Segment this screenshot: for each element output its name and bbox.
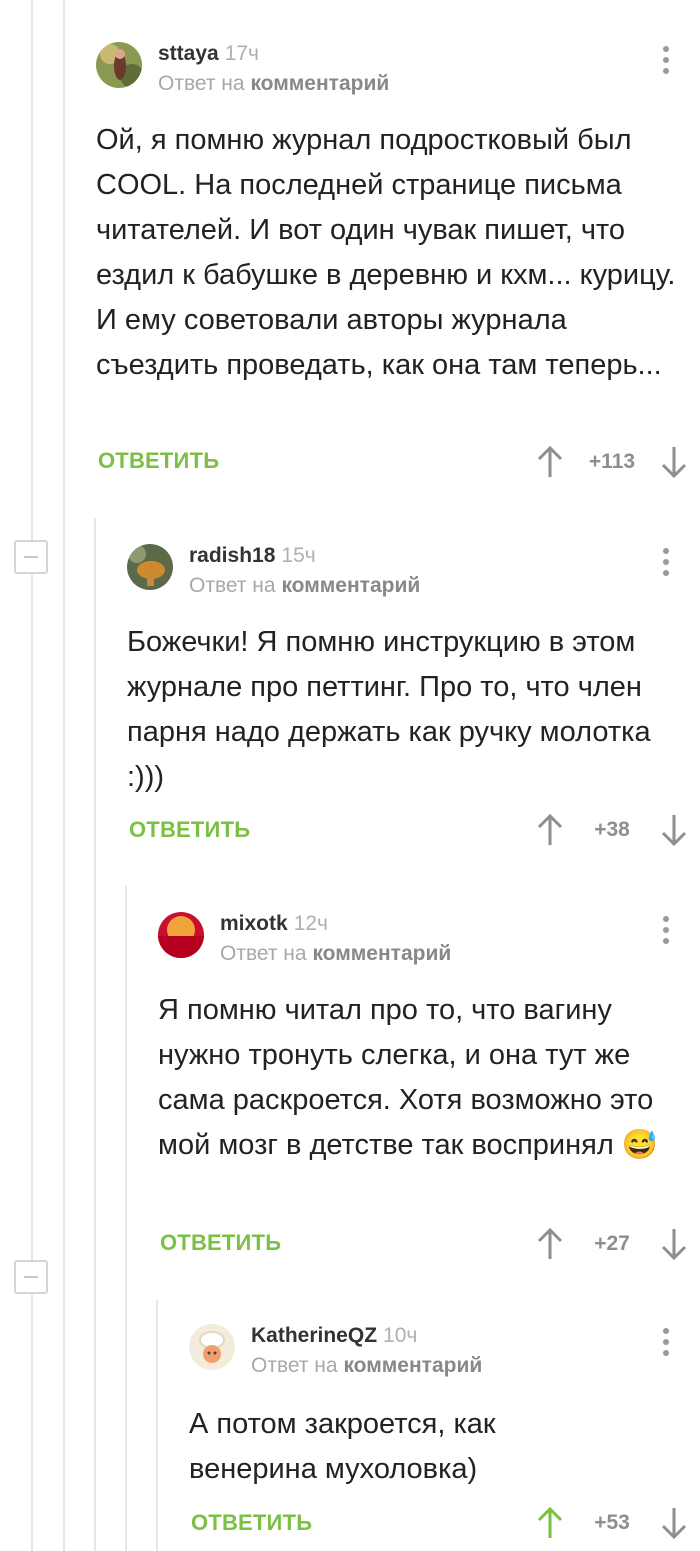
downvote-arrow-icon[interactable]	[656, 812, 692, 848]
reply-to-link[interactable]: комментарий	[250, 72, 389, 95]
downvote-arrow-icon[interactable]	[656, 1226, 692, 1262]
vote-controls: +113	[532, 444, 692, 480]
comment-time: 15ч	[281, 544, 316, 567]
comment-text: Ой, я помню журнал подростковый был COOL…	[96, 124, 676, 381]
score: +53	[594, 1511, 630, 1534]
collapse-thread-button[interactable]	[14, 1260, 48, 1294]
vote-controls: +53	[532, 1505, 692, 1541]
collapse-thread-button[interactable]	[14, 540, 48, 574]
reply-to-info: Ответ на комментарий	[158, 72, 390, 95]
reply-to-link[interactable]: комментарий	[312, 942, 451, 965]
thread-line	[31, 0, 33, 1551]
upvote-arrow-icon[interactable]	[532, 1505, 568, 1541]
reply-to-link[interactable]: комментарий	[343, 1354, 482, 1377]
reply-button[interactable]: ОТВЕТИТЬ	[98, 448, 219, 474]
comment: sttaya 17ч Ответ на комментарий Ой, я пом…	[96, 42, 700, 482]
score: +27	[594, 1232, 630, 1255]
username[interactable]: sttaya 17ч	[158, 42, 259, 66]
comment: radish18 15ч Ответ на комментарий Божечки…	[127, 544, 700, 854]
thread-line	[63, 0, 65, 1551]
reply-to-info: Ответ на комментарий	[220, 942, 452, 965]
username[interactable]: mixotk 12ч	[220, 912, 328, 936]
more-icon[interactable]	[660, 916, 672, 948]
grinning-sweat-emoji-icon: 😅	[621, 1129, 658, 1161]
reply-button[interactable]: ОТВЕТИТЬ	[191, 1510, 312, 1536]
username[interactable]: KatherineQZ 10ч	[251, 1324, 417, 1348]
reply-to-info: Ответ на комментарий	[251, 1354, 483, 1377]
downvote-arrow-icon[interactable]	[656, 444, 692, 480]
upvote-arrow-icon[interactable]	[532, 444, 568, 480]
score: +113	[588, 450, 636, 473]
score: +38	[594, 818, 630, 841]
more-icon[interactable]	[660, 46, 672, 78]
reply-button[interactable]: ОТВЕТИТЬ	[129, 817, 250, 843]
downvote-arrow-icon[interactable]	[656, 1505, 692, 1541]
avatar[interactable]	[158, 912, 204, 958]
vote-controls: +27	[532, 1226, 692, 1262]
comment: KatherineQZ 10ч Ответ на комментарий А по…	[189, 1324, 700, 1548]
avatar[interactable]	[96, 42, 142, 88]
upvote-arrow-icon[interactable]	[532, 1226, 568, 1262]
thread-line	[156, 1300, 158, 1551]
comment-time: 12ч	[293, 912, 328, 935]
reply-to-info: Ответ на комментарий	[189, 574, 421, 597]
thread-line	[94, 518, 96, 1551]
reply-to-link[interactable]: комментарий	[281, 574, 420, 597]
comment-time: 17ч	[224, 42, 260, 65]
more-icon[interactable]	[660, 1328, 672, 1360]
username[interactable]: radish18 15ч	[189, 544, 316, 568]
comment: mixotk 12ч Ответ на комментарий Я помню ч…	[158, 912, 700, 1272]
vote-controls: +38	[532, 812, 692, 848]
comment-text: Божечки! Я помню инструкцию в этом журна…	[127, 626, 651, 793]
reply-button[interactable]: ОТВЕТИТЬ	[160, 1230, 281, 1256]
comment-time: 10ч	[383, 1324, 418, 1347]
comment-text: Я помню читал про то, что вагину нужно т…	[158, 988, 663, 1168]
more-icon[interactable]	[660, 548, 672, 580]
upvote-arrow-icon[interactable]	[532, 812, 568, 848]
comment-text: А потом закроется, как венерина мухоловк…	[189, 1408, 496, 1485]
comment-text-content: Я помню читал про то, что вагину нужно т…	[158, 994, 654, 1161]
avatar[interactable]	[127, 544, 173, 590]
thread-line	[125, 886, 127, 1551]
avatar[interactable]	[189, 1324, 235, 1370]
